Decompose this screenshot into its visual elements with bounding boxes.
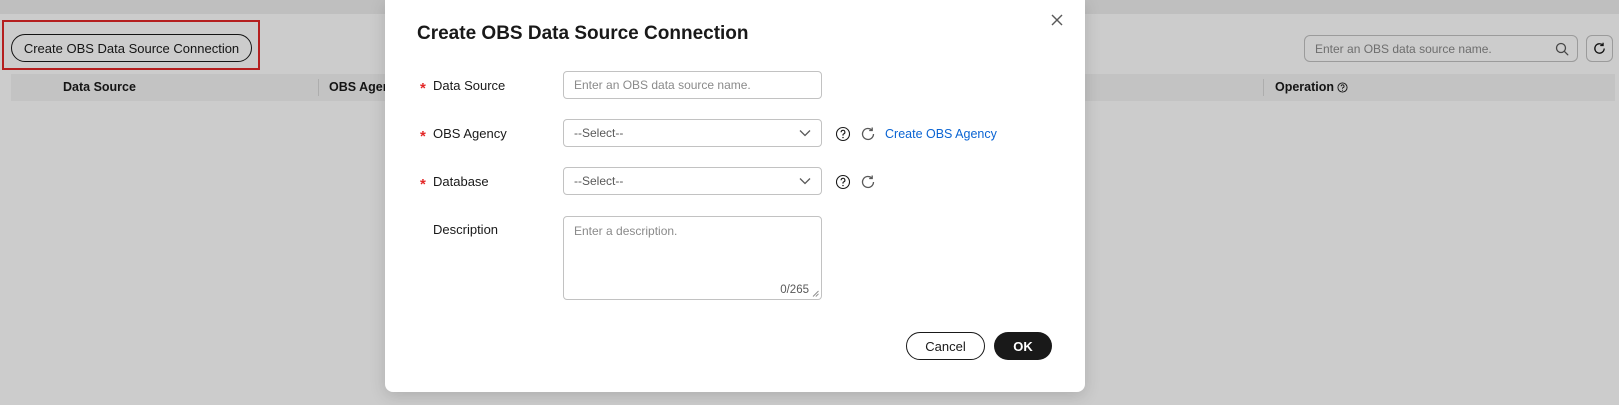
data-source-label: Data Source	[433, 78, 506, 93]
ok-button[interactable]: OK	[994, 332, 1052, 360]
description-char-counter: 0/265	[780, 284, 809, 296]
obs-agency-label: OBS Agency	[433, 126, 507, 141]
database-help-icon[interactable]	[835, 174, 851, 190]
database-selected-value: --Select--	[574, 174, 624, 188]
cancel-button[interactable]: Cancel	[906, 332, 985, 360]
data-source-field[interactable]	[563, 71, 822, 99]
required-marker: *	[420, 128, 426, 145]
data-source-input[interactable]	[564, 72, 821, 98]
chevron-down-icon	[799, 130, 811, 137]
obs-agency-select[interactable]: --Select--	[563, 119, 822, 147]
required-marker: *	[420, 80, 426, 97]
database-select[interactable]: --Select--	[563, 167, 822, 195]
database-label: Database	[433, 174, 489, 189]
required-marker: *	[420, 176, 426, 193]
dialog-title: Create OBS Data Source Connection	[417, 23, 749, 44]
obs-agency-refresh-icon[interactable]	[860, 126, 876, 142]
create-obs-agency-link[interactable]: Create OBS Agency	[885, 127, 997, 141]
create-obs-connection-dialog: Create OBS Data Source Connection * Data…	[385, 0, 1085, 392]
database-refresh-icon[interactable]	[860, 174, 876, 190]
description-textarea[interactable]: Enter a description. 0/265	[563, 216, 822, 300]
description-label: Description	[433, 222, 499, 237]
obs-agency-selected-value: --Select--	[574, 126, 624, 140]
obs-agency-help-icon[interactable]	[835, 126, 851, 142]
chevron-down-icon	[799, 178, 811, 185]
resize-handle-icon[interactable]	[812, 290, 819, 297]
close-icon[interactable]	[1049, 12, 1065, 28]
description-placeholder: Enter a description.	[574, 224, 678, 238]
